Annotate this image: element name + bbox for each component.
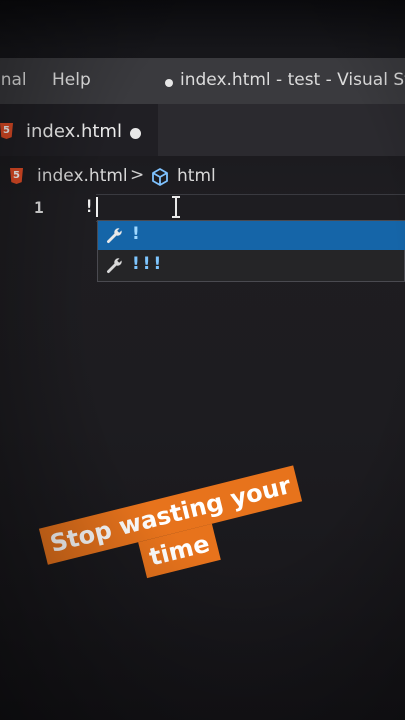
- unsaved-dot-icon[interactable]: [130, 128, 141, 139]
- title-bar: inal Help index.html - test - Visual Stu…: [0, 58, 405, 104]
- breadcrumb-file[interactable]: index.html: [37, 166, 128, 186]
- suggestion-item[interactable]: !: [98, 221, 405, 250]
- suggestion-item[interactable]: !!!: [98, 251, 405, 280]
- tab-label: index.html: [26, 121, 122, 142]
- breadcrumb-element[interactable]: html: [177, 166, 216, 186]
- breadcrumb-separator: >: [130, 165, 145, 185]
- code-line-text[interactable]: !: [84, 197, 94, 217]
- html5-file-icon: 5: [10, 168, 23, 184]
- suggestion-widget: ! !!!: [97, 220, 405, 282]
- menu-terminal[interactable]: inal: [0, 70, 27, 90]
- current-line-highlight: [96, 194, 405, 222]
- code-editor[interactable]: 1 ! ! !!!: [0, 192, 405, 720]
- cube-icon: [152, 168, 168, 186]
- tab-index-html[interactable]: 5 index.html: [0, 104, 158, 156]
- unsaved-indicator-icon: [165, 79, 173, 87]
- menu-help[interactable]: Help: [52, 70, 91, 90]
- screen: inal Help index.html - test - Visual Stu…: [0, 0, 405, 720]
- tab-bar: 5 index.html: [0, 104, 405, 156]
- ibeam-cursor-icon: [172, 196, 180, 218]
- wrench-icon: [106, 228, 122, 244]
- suggestion-label: !!!: [132, 254, 165, 274]
- line-number: 1: [34, 198, 44, 217]
- suggestion-label: !: [132, 224, 143, 244]
- text-cursor: [96, 197, 98, 217]
- wrench-icon: [106, 258, 122, 274]
- html5-file-icon: 5: [0, 123, 13, 139]
- breadcrumb: 5 index.html > html: [0, 160, 405, 192]
- window-title: index.html - test - Visual Studio: [180, 70, 405, 90]
